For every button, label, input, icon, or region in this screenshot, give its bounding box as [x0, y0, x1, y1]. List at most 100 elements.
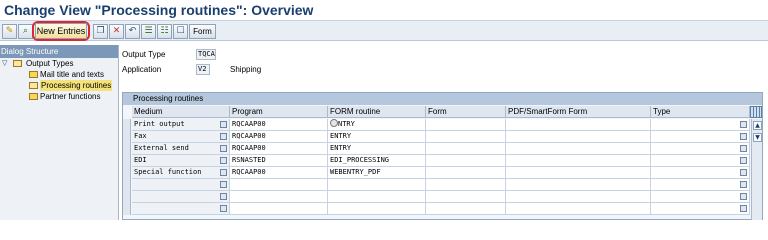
value-help-icon[interactable] — [740, 133, 747, 140]
cell-form[interactable] — [426, 143, 506, 155]
cell-pdf-smartform-form[interactable] — [506, 143, 651, 155]
cell-form[interactable] — [426, 203, 506, 215]
cell-program[interactable]: RQCAAP00 — [230, 143, 328, 155]
scroll-down-icon[interactable]: ▼ — [753, 133, 762, 142]
cell-text: WEBENTRY_PDF — [330, 168, 381, 176]
copy-as-icon[interactable]: ❐ — [93, 24, 108, 39]
cell-pdf-smartform-form[interactable] — [506, 179, 651, 191]
cell-form[interactable] — [426, 155, 506, 167]
cell-form-routine[interactable]: ENTRY — [328, 131, 426, 143]
select-all-icon[interactable]: ☰ — [141, 24, 156, 39]
expand-triangle-icon[interactable]: ▽ — [2, 58, 7, 69]
cell-type[interactable] — [651, 203, 750, 215]
value-help-icon[interactable] — [740, 157, 747, 164]
output-type-label: Output Type — [122, 50, 166, 59]
column-header-program[interactable]: Program — [230, 106, 328, 118]
value-help-icon[interactable] — [220, 133, 227, 140]
delete-icon[interactable]: ✕ — [109, 24, 124, 39]
cell-form[interactable] — [426, 119, 506, 131]
cell-program[interactable] — [230, 191, 328, 203]
cell-form[interactable] — [426, 131, 506, 143]
value-help-icon[interactable] — [740, 181, 747, 188]
value-help-icon[interactable] — [220, 193, 227, 200]
value-help-icon[interactable] — [220, 181, 227, 188]
cell-medium — [132, 203, 230, 215]
column-header-form[interactable]: Form — [426, 106, 506, 118]
cell-program[interactable] — [230, 203, 328, 215]
cell-pdf-smartform-form[interactable] — [506, 191, 651, 203]
cell-program[interactable] — [230, 179, 328, 191]
value-help-icon[interactable] — [740, 121, 747, 128]
column-header-medium[interactable]: Medium — [132, 106, 230, 118]
cell-form[interactable] — [426, 191, 506, 203]
cell-form-routine[interactable] — [328, 191, 426, 203]
display-icon[interactable]: ⌕ — [18, 24, 33, 39]
undo-change-icon[interactable]: ↶ — [125, 24, 140, 39]
cell-text: Print output — [134, 120, 185, 128]
tree-label: Processing routines — [40, 80, 113, 91]
cell-form[interactable] — [426, 167, 506, 179]
cell-type[interactable] — [651, 167, 750, 179]
value-help-icon[interactable] — [220, 169, 227, 176]
cell-program[interactable]: RSNASTED — [230, 155, 328, 167]
cell-type[interactable] — [651, 191, 750, 203]
row-selector[interactable] — [123, 203, 131, 215]
cell-program[interactable]: RQCAAP00 — [230, 167, 328, 179]
cell-pdf-smartform-form[interactable] — [506, 119, 651, 131]
value-help-icon[interactable] — [740, 193, 747, 200]
new-entries-button[interactable]: New Entries — [35, 23, 87, 39]
select-block-icon[interactable]: ☷ — [157, 24, 172, 39]
row-selector[interactable] — [123, 131, 131, 143]
value-help-icon[interactable] — [220, 205, 227, 212]
cell-form-routine[interactable] — [328, 203, 426, 215]
cell-form-routine[interactable]: ENTRY — [328, 143, 426, 155]
application-field: V2 — [196, 64, 210, 75]
row-selector[interactable] — [123, 119, 131, 131]
row-selector[interactable] — [123, 155, 131, 167]
cell-form-routine[interactable]: EDI_PROCESSING — [328, 155, 426, 167]
table-settings-icon[interactable] — [750, 106, 762, 118]
cell-type[interactable] — [651, 179, 750, 191]
cell-type[interactable] — [651, 155, 750, 167]
dialog-structure-panel: Dialog Structure ▽ Output Types Mail tit… — [0, 45, 119, 220]
tree-node-partner-functions[interactable]: Partner functions — [0, 91, 118, 102]
scroll-up-icon[interactable]: ▲ — [753, 121, 762, 130]
column-header-type[interactable]: Type — [651, 106, 750, 118]
cell-form-routine[interactable]: WEBENTRY_PDF — [328, 167, 426, 179]
cell-text: Special function — [134, 168, 202, 176]
value-help-icon[interactable] — [220, 121, 227, 128]
cell-pdf-smartform-form[interactable] — [506, 203, 651, 215]
deselect-all-icon[interactable]: ☐ — [173, 24, 188, 39]
value-help-icon[interactable] — [220, 157, 227, 164]
cell-type[interactable] — [651, 143, 750, 155]
cell-pdf-smartform-form[interactable] — [506, 155, 651, 167]
cell-pdf-smartform-form[interactable] — [506, 131, 651, 143]
column-header-pdf-smartform-form[interactable]: PDF/SmartForm Form — [506, 106, 651, 118]
row-selector[interactable] — [123, 191, 131, 203]
row-selector[interactable] — [123, 143, 131, 155]
tree-node-processing-routines[interactable]: Processing routines — [0, 80, 118, 91]
cell-program[interactable]: RQCAAP00 — [230, 119, 328, 131]
value-help-icon[interactable] — [220, 145, 227, 152]
display-change-icon[interactable]: ✎ — [2, 24, 17, 39]
folder-open-icon — [29, 82, 38, 89]
value-help-icon[interactable] — [740, 145, 747, 152]
cell-program[interactable]: RQCAAP00 — [230, 131, 328, 143]
tree-node-output-types[interactable]: ▽ Output Types — [0, 58, 118, 69]
form-button[interactable]: Form — [189, 24, 216, 39]
cell-medium: EDI — [132, 155, 230, 167]
row-selector[interactable] — [123, 179, 131, 191]
tree-node-mail-title-and-texts[interactable]: Mail title and texts — [0, 69, 118, 80]
value-help-icon[interactable] — [740, 205, 747, 212]
cell-form-routine[interactable] — [328, 179, 426, 191]
vertical-scrollbar[interactable]: ▲ ▼ — [751, 119, 762, 220]
cell-type[interactable] — [651, 131, 750, 143]
cell-type[interactable] — [651, 119, 750, 131]
table-title: Processing routines — [123, 93, 762, 105]
value-help-icon[interactable] — [740, 169, 747, 176]
cell-pdf-smartform-form[interactable] — [506, 167, 651, 179]
cell-form-routine[interactable]: NTRY — [328, 119, 426, 131]
cell-form[interactable] — [426, 179, 506, 191]
row-selector[interactable] — [123, 167, 131, 179]
column-header-form-routine[interactable]: FORM routine — [328, 106, 426, 118]
